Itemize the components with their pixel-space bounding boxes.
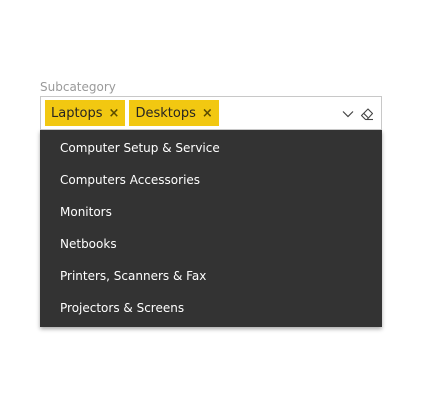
subcategory-select[interactable]: Laptops × Desktops ×	[40, 96, 382, 130]
subcategory-filter: Subcategory Laptops × Desktops × Compute…	[40, 80, 382, 327]
chip-label: Laptops	[51, 105, 103, 121]
chip-desktops: Desktops ×	[129, 100, 219, 126]
remove-chip-icon[interactable]: ×	[109, 106, 120, 121]
option-computer-setup-service[interactable]: Computer Setup & Service	[40, 132, 382, 164]
option-netbooks[interactable]: Netbooks	[40, 228, 382, 260]
field-label: Subcategory	[40, 80, 116, 94]
option-monitors[interactable]: Monitors	[40, 196, 382, 228]
selected-chips: Laptops × Desktops ×	[45, 100, 219, 126]
eraser-icon[interactable]	[359, 106, 375, 122]
option-projectors-screens[interactable]: Projectors & Screens	[40, 292, 382, 324]
remove-chip-icon[interactable]: ×	[202, 106, 213, 121]
chip-laptops: Laptops ×	[45, 100, 126, 126]
option-computers-accessories[interactable]: Computers Accessories	[40, 164, 382, 196]
dropdown-menu: Computer Setup & Service Computers Acces…	[40, 130, 382, 327]
option-printers-scanners-fax[interactable]: Printers, Scanners & Fax	[40, 260, 382, 292]
chevron-down-icon[interactable]	[341, 107, 355, 121]
chip-label: Desktops	[135, 105, 196, 121]
